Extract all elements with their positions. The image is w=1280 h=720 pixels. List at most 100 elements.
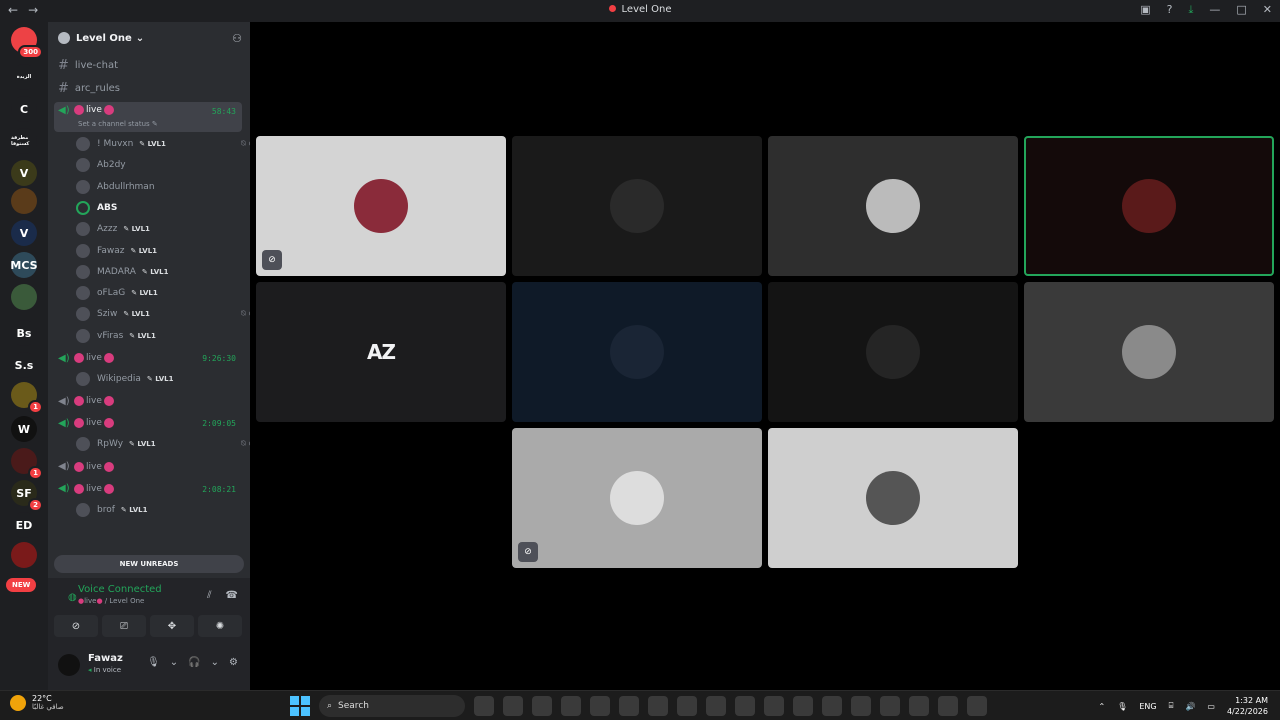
maximize-icon[interactable]: □ [1236, 3, 1246, 17]
participant-tile[interactable]: ⊘ [512, 428, 762, 568]
dark-app-icon[interactable] [967, 696, 987, 716]
taskbar-search[interactable]: ⌕ Search [319, 695, 465, 717]
add-member-icon[interactable]: ⚇ [232, 32, 242, 45]
voice-channel-live[interactable]: ◀) live [54, 457, 242, 477]
language-indicator[interactable]: ENG [1139, 702, 1156, 711]
file-explorer-icon[interactable] [474, 696, 494, 716]
user-name[interactable]: Fawaz [88, 653, 123, 664]
chrome-icon[interactable] [590, 696, 610, 716]
clock[interactable]: 1:32 AM 4/22/2026 [1227, 695, 1268, 717]
channel-status[interactable]: Set a channel status ✎ [78, 120, 158, 128]
participant-tile[interactable] [768, 428, 1018, 568]
activities-button[interactable]: ✥ [150, 615, 194, 637]
server-discord-home-icon[interactable]: 300 [11, 27, 43, 59]
voice-channel-live[interactable]: ◀) live 9:26:30 [54, 348, 242, 368]
voice-channel-live[interactable]: ◀) live 2:09:05 [54, 413, 242, 433]
notepad-icon[interactable] [793, 696, 813, 716]
voice-member[interactable]: ! Muvxn ✎ LVL1 ⍉ ⊘ [76, 135, 255, 153]
voice-member[interactable]: Fawaz ✎ LVL1 [76, 242, 157, 260]
signal-icon[interactable]: ◍ [68, 592, 77, 603]
server-server-icon[interactable]: V [11, 220, 37, 246]
guild-header[interactable]: Level One ⌄ ⚇ [48, 22, 250, 54]
network-icon[interactable]: ⌸ [1169, 701, 1174, 711]
purple-app-icon[interactable] [764, 696, 784, 716]
channel-live-chat[interactable]: # live-chat [58, 58, 118, 73]
camera-button[interactable]: ⊘ [54, 615, 98, 637]
server-dragon-icon[interactable] [11, 542, 37, 568]
microphone-icon[interactable]: 🎙 [1117, 702, 1127, 711]
obs-icon[interactable] [561, 696, 581, 716]
app-icon[interactable] [909, 696, 929, 716]
headphones-icon[interactable]: 🎧 [188, 657, 200, 668]
server-server-icon[interactable]: MCS [10, 252, 38, 278]
server-server-icon[interactable]: الزبدة [11, 64, 37, 90]
voice-member[interactable]: Abdullrhman [76, 178, 155, 196]
participant-tile[interactable] [512, 136, 762, 276]
voice-member[interactable]: Sziw ✎ LVL1 ⍉ ⊘ [76, 305, 255, 323]
red-app-icon[interactable] [735, 696, 755, 716]
voice-member[interactable]: Wikipedia ✎ LVL1 [76, 370, 173, 388]
server-server-icon[interactable]: S.s [11, 352, 37, 378]
server-server-icon[interactable]: Bs [11, 320, 37, 346]
disconnect-icon[interactable]: ☎ [226, 590, 238, 601]
discord-icon[interactable] [619, 696, 639, 716]
inbox-icon[interactable]: ▣ [1140, 3, 1150, 17]
server-server-icon[interactable]: مطرقة كستوفا [11, 128, 37, 154]
excel-icon[interactable] [648, 696, 668, 716]
server-server-icon[interactable]: W [11, 416, 37, 442]
avatar[interactable] [58, 654, 80, 676]
volume-icon[interactable]: 🔊 [1185, 702, 1195, 711]
battery-icon[interactable]: ▭ [1207, 702, 1215, 711]
help-icon[interactable]: ? [1167, 3, 1173, 17]
participant-tile[interactable] [1024, 282, 1274, 422]
epic-icon[interactable] [851, 696, 871, 716]
chevron-up-icon[interactable]: ⌃ [1099, 702, 1106, 711]
voice-channel-live[interactable]: ◀) live [54, 391, 242, 411]
server-server-icon[interactable]: V [11, 160, 37, 186]
voice-member[interactable]: Ab2dy [76, 156, 126, 174]
participant-tile[interactable]: AZ [256, 282, 506, 422]
steam-icon[interactable] [677, 696, 697, 716]
weather-widget[interactable]: 22°C صافي غالبًا [10, 694, 64, 711]
terminal-icon[interactable] [706, 696, 726, 716]
voice-member[interactable]: brof ✎ LVL1 [76, 501, 147, 519]
server-lion-icon[interactable]: 1 [11, 382, 43, 414]
soundboard-button[interactable]: ✺ [198, 615, 242, 637]
download-icon[interactable]: ⤓ [1189, 3, 1194, 17]
chevron-down-icon[interactable]: ⌄ [170, 657, 178, 668]
microphone-icon[interactable]: 🎙 [147, 657, 160, 668]
participant-tile[interactable] [768, 136, 1018, 276]
server-crown-icon[interactable] [11, 188, 37, 214]
orange-app-icon[interactable] [880, 696, 900, 716]
participant-tile[interactable] [768, 282, 1018, 422]
participant-tile[interactable]: ⊘ [256, 136, 506, 276]
channel-arc-rules[interactable]: # arc_rules [58, 81, 120, 96]
server-server-icon[interactable]: ED [11, 512, 37, 538]
store-icon[interactable] [532, 696, 552, 716]
screen-share-button[interactable]: ⎚ [102, 615, 146, 637]
voice-channel-live[interactable]: ◀) live 2:08:21 [54, 479, 242, 499]
folder-icon[interactable] [503, 696, 523, 716]
participant-tile[interactable] [1024, 136, 1274, 276]
voice-member[interactable]: oFLaG ✎ LVL1 [76, 284, 158, 302]
settings-gear-icon[interactable]: ⚙ [229, 657, 238, 668]
server-raider-icon[interactable]: 1 [11, 448, 43, 480]
voice-member[interactable]: ABS [76, 199, 117, 217]
server-server-icon[interactable]: SF 2 [11, 480, 43, 512]
windows-start-icon[interactable] [290, 696, 310, 716]
minimize-icon[interactable]: — [1209, 3, 1220, 17]
voice-channel-live[interactable]: ◀) live 58:43 Set a channel status ✎ [54, 102, 242, 132]
server-badge-icon[interactable] [11, 284, 37, 310]
chevron-down-icon[interactable]: ⌄ [211, 657, 219, 668]
voice-member[interactable]: Azzz ✎ LVL1 [76, 220, 150, 238]
new-unreads-button[interactable]: NEW UNREADS [54, 555, 244, 573]
server-server-icon[interactable]: C [11, 96, 37, 122]
voice-member[interactable]: vFiras ✎ LVL1 [76, 327, 156, 345]
close-icon[interactable]: ✕ [1263, 3, 1272, 17]
participant-tile[interactable] [512, 282, 762, 422]
voice-member[interactable]: RpWy ✎ LVL1 ⍉ ⊘ [76, 435, 255, 453]
fortnite-icon[interactable] [938, 696, 958, 716]
voice-member[interactable]: MADARA ✎ LVL1 [76, 263, 168, 281]
noise-suppression-icon[interactable]: ⫽ [207, 590, 211, 601]
blue-app-icon[interactable] [822, 696, 842, 716]
